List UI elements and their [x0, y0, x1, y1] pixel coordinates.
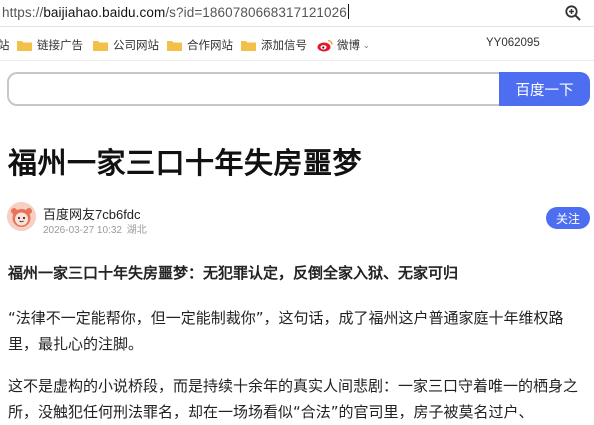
- follow-button[interactable]: 关注: [546, 207, 590, 229]
- text-caret: [347, 4, 349, 19]
- address-bar[interactable]: https://baijiahao.baidu.com/s?id=1860780…: [0, 0, 594, 27]
- bookmark-label: 合作网站: [187, 40, 233, 52]
- url-field[interactable]: https://baijiahao.baidu.com/s?id=1860780…: [2, 4, 349, 20]
- url-host: baijiahao.baidu.com: [43, 5, 166, 20]
- search-button[interactable]: 百度一下: [499, 72, 590, 106]
- user-id-label: YY062095: [486, 37, 540, 49]
- search-input[interactable]: [7, 72, 500, 106]
- bookmark-label: 站: [0, 40, 10, 52]
- publish-location: 湖北: [126, 225, 147, 236]
- bookmark-label: 添加信号: [261, 40, 307, 52]
- bookmark-label: 微博: [337, 40, 360, 52]
- bookmark-folder-company[interactable]: 公司网站: [93, 36, 159, 54]
- folder-icon: [167, 41, 182, 51]
- bookmark-weibo[interactable]: 微博 ⌄: [317, 36, 370, 54]
- search-bar: 百度一下: [7, 72, 590, 106]
- article-paragraph-lead: 福州一家三口十年失房噩梦：无犯罪认定，反倒全家入狱、无家可归: [8, 264, 459, 282]
- url-path: /s?id=1860780668317121026: [165, 5, 347, 20]
- folder-icon: [241, 41, 256, 51]
- article-paragraph: “法律不一定能帮你，但一定能制裁你”，这句话，成了福州这户普通家庭十年维权路里，…: [8, 309, 564, 353]
- bookmark-label: 链接广告: [37, 40, 83, 52]
- publish-date: 2026-03-27 10:32: [43, 225, 122, 236]
- weibo-icon: [317, 39, 333, 51]
- url-prefix: https://: [2, 5, 44, 20]
- article-title: 福州一家三口十年失房噩梦: [8, 146, 363, 180]
- bookmark-folder-partner[interactable]: 合作网站: [167, 36, 233, 54]
- folder-icon: [93, 41, 108, 51]
- chevron-down-icon: ⌄: [363, 40, 370, 50]
- bookmark-item[interactable]: 站: [0, 36, 10, 54]
- bookmark-label: 公司网站: [113, 40, 159, 52]
- zoom-magnifier-icon[interactable]: [564, 4, 582, 22]
- avatar[interactable]: [7, 202, 36, 231]
- folder-icon: [17, 41, 32, 51]
- article-paragraph: 这不是虚构的小说桥段，而是持续十余年的真实人间悲剧：一家三口守着唯一的栖身之所，…: [8, 377, 579, 421]
- bookmarks-bar: 站 链接广告 公司网站 合作网站 添加信号 微博 ⌄ YY062095: [0, 27, 594, 61]
- bookmark-folder-links[interactable]: 链接广告: [17, 36, 83, 54]
- article-meta: 2026-03-27 10:32 湖北: [43, 221, 147, 236]
- bookmark-folder-add[interactable]: 添加信号: [241, 36, 307, 54]
- avatar-icon: [7, 202, 36, 231]
